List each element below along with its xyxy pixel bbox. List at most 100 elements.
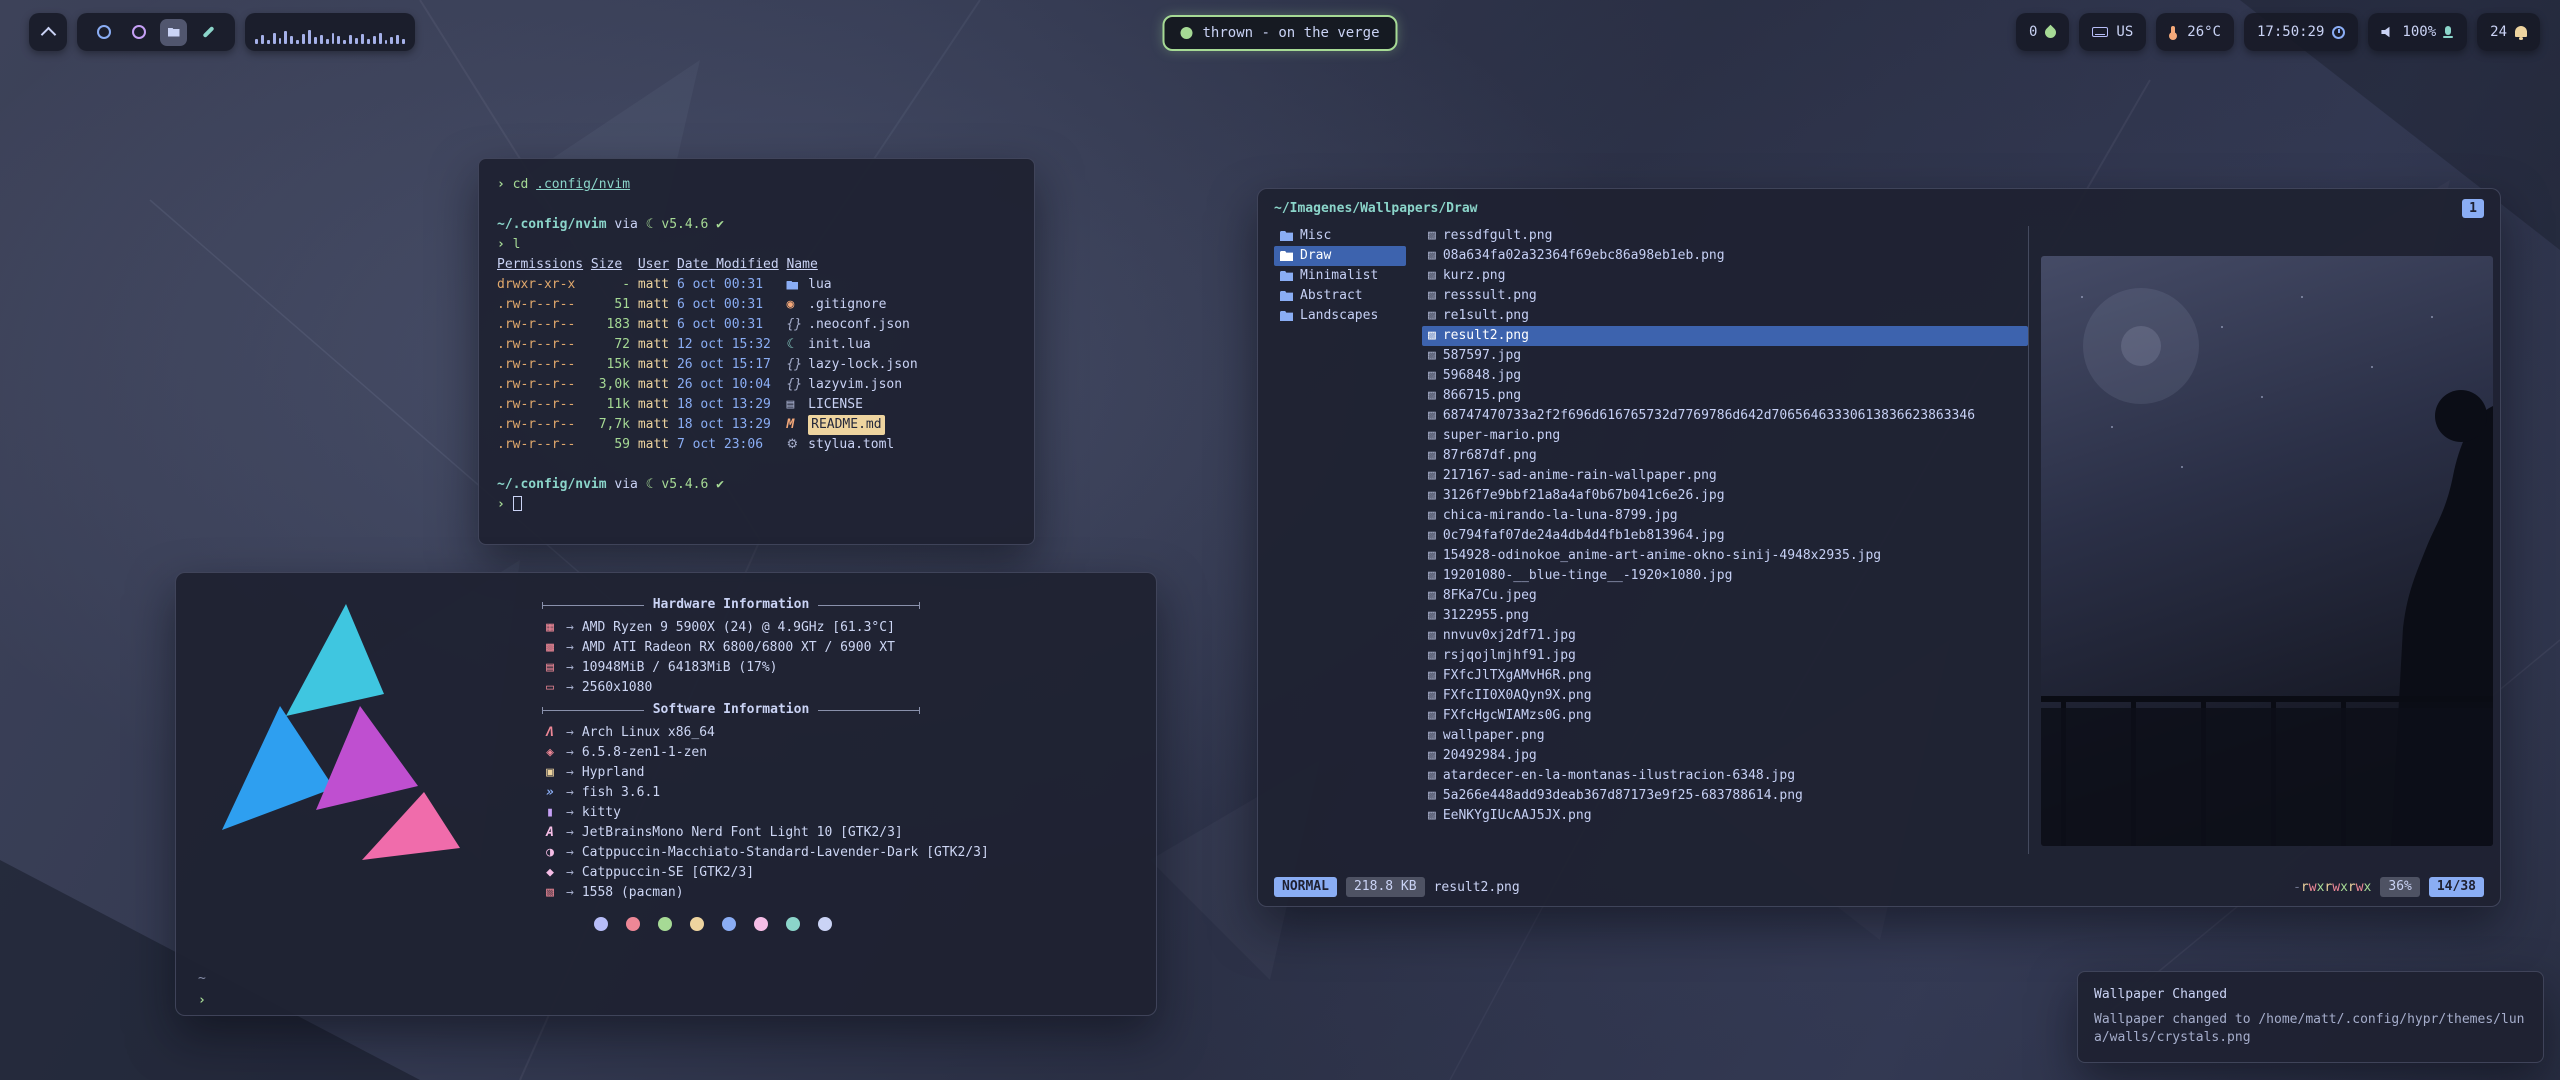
file-permissions: .rw-r--r-- <box>497 415 583 435</box>
file-list-item[interactable]: ▨ FXfcHgcWIAMzs0G.png <box>1422 706 2028 726</box>
file-list-item[interactable]: ▨ 587597.jpg <box>1422 346 2028 366</box>
file-list-item[interactable]: ▨ resssult.png <box>1422 286 2028 306</box>
file-name: 87r687df.png <box>1443 446 1537 466</box>
palette-dot <box>626 917 640 931</box>
image-file-icon: ▨ <box>1428 666 1436 686</box>
image-file-icon: ▨ <box>1428 366 1436 386</box>
arrow-icon: → <box>566 658 574 678</box>
leaf-icon <box>2043 24 2059 40</box>
file-name: EeNKYgIUcAAJ5JX.png <box>1443 806 1592 826</box>
file-list-item[interactable]: ▨ 08a634fa02a32364f69ebc86a98eb1eb.png <box>1422 246 2028 266</box>
workspace-button[interactable] <box>125 19 152 46</box>
file-list-item[interactable]: ▨ rsjqojlmjhf91.jpg <box>1422 646 2028 666</box>
workspace-button[interactable] <box>160 19 187 46</box>
file-list-item[interactable]: ▨ EeNKYgIUcAAJ5JX.png <box>1422 806 2028 826</box>
file-type-icon <box>786 435 802 455</box>
updates-module[interactable]: 0 <box>2016 13 2069 51</box>
file-list-item[interactable]: ▨ ressdfgult.png <box>1422 226 2028 246</box>
spec-icon <box>542 783 558 803</box>
file-list-item[interactable]: ▨ super-mario.png <box>1422 426 2028 446</box>
chevron-up-icon <box>40 26 56 42</box>
file-list-item[interactable]: ▨ nnvuv0xj2df71.jpg <box>1422 626 2028 646</box>
speaker-icon <box>2381 26 2394 38</box>
file-list-item[interactable]: ▨ atardecer-en-la-montanas-ilustracion-6… <box>1422 766 2028 786</box>
file-name: 3122955.png <box>1443 606 1529 626</box>
sidebar-folder-item[interactable]: Landscapes <box>1274 306 1406 326</box>
prompt-symbol[interactable]: › <box>198 991 206 1011</box>
file-list-item[interactable]: ▨ 68747470733a2f2f696d616765732d7769786d… <box>1422 406 2028 426</box>
file-list-item[interactable]: ▨ FXfcJlTXgAMvH6R.png <box>1422 666 2028 686</box>
position-badge: 14/38 <box>2429 877 2484 897</box>
file-list-item[interactable]: ▨ 217167-sad-anime-rain-wallpaper.png <box>1422 466 2028 486</box>
volume-module[interactable]: 100% <box>2368 13 2467 51</box>
file-manager-window[interactable]: ~/Imagenes/Wallpapers/Draw 1 Misc Draw <box>1257 188 2501 907</box>
keyboard-layout-label: US <box>2116 24 2133 40</box>
file-list-item[interactable]: ▨ 19201080-__blue-tinge__-1920×1080.jpg <box>1422 566 2028 586</box>
file-list-item[interactable]: ▨ wallpaper.png <box>1422 726 2028 746</box>
file-list-item[interactable]: ▨ 3122955.png <box>1422 606 2028 626</box>
file-name: 0c794faf07de24a4db4d4fb1eb813964.jpg <box>1443 526 1725 546</box>
file-list-item[interactable]: ▨ 5a266e448add93deab367d87173e9f25-68378… <box>1422 786 2028 806</box>
media-widget[interactable]: thrown - on the verge <box>1162 15 1397 51</box>
image-file-icon: ▨ <box>1428 226 1436 246</box>
launcher-button[interactable] <box>29 13 67 51</box>
file-list-item[interactable]: ▨ re1sult.png <box>1422 306 2028 326</box>
file-list-item[interactable]: ▨ FXfcII0X0AQyn9X.png <box>1422 686 2028 706</box>
ls-header: User <box>638 255 669 275</box>
file-name: re1sult.png <box>1443 306 1529 326</box>
audio-visualizer[interactable] <box>245 13 415 51</box>
file-name: .gitignore <box>808 295 886 315</box>
terminal-window[interactable]: › cd .config/nvim ~/.config/nvim via ☾ v… <box>478 158 1035 545</box>
file-list-item[interactable]: ▨ kurz.png <box>1422 266 2028 286</box>
fetch-row: → Hyprland <box>542 763 1134 783</box>
file-list-item[interactable]: ▨ 20492984.jpg <box>1422 746 2028 766</box>
file-size-badge: 218.8 KB <box>1346 877 1425 897</box>
folder-name: Draw <box>1300 246 1331 266</box>
file-list: ▨ ressdfgult.png ▨ 08a634fa02a32364f69eb… <box>1422 226 2028 854</box>
spec-value: fish 3.6.1 <box>582 783 660 803</box>
software-rows: → Arch Linux x86_64 → 6.5.8-zen1-1-zen → <box>542 723 1134 903</box>
workspace-button[interactable] <box>90 19 117 46</box>
fetch-row: → fish 3.6.1 <box>542 783 1134 803</box>
shell-path: ~ <box>198 969 206 989</box>
ls-header: Date Modified <box>677 255 779 275</box>
file-name-cell: README.md <box>786 415 1016 435</box>
status-modules: 0 US 26°C 17:50:29 100% 24 <box>2016 13 2540 51</box>
keyboard-layout-module[interactable]: US <box>2079 13 2146 51</box>
file-list-item[interactable]: ▨ 0c794faf07de24a4db4d4fb1eb813964.jpg <box>1422 526 2028 546</box>
workspace-button[interactable] <box>195 19 222 46</box>
sidebar-folder-item[interactable]: Abstract <box>1274 286 1406 306</box>
file-list-item[interactable]: ▨ 596848.jpg <box>1422 366 2028 386</box>
temperature-module[interactable]: 26°C <box>2156 13 2234 51</box>
folder-icon <box>1280 231 1293 241</box>
file-name: 217167-sad-anime-rain-wallpaper.png <box>1443 466 1717 486</box>
file-list-item[interactable]: ▨ 87r687df.png <box>1422 446 2028 466</box>
sidebar-folder-item[interactable]: Misc <box>1274 226 1406 246</box>
preview-image <box>2041 256 2493 846</box>
statusbar: NORMAL 218.8 KB result2.png -rwxrwxrwx 3… <box>1274 877 2484 897</box>
image-file-icon: ▨ <box>1428 246 1436 266</box>
file-permissions: .rw-r--r-- <box>497 435 583 455</box>
file-list-item[interactable]: ▨ 3126f7e9bbf21a8a4af0b67b041c6e26.jpg <box>1422 486 2028 506</box>
tab-badge[interactable]: 1 <box>2462 199 2484 218</box>
file-list-item[interactable]: ▨ 866715.png <box>1422 386 2028 406</box>
spec-icon <box>542 658 558 678</box>
terminal-color-palette <box>594 917 1134 931</box>
file-list-item[interactable]: ▨ chica-mirando-la-luna-8799.jpg <box>1422 506 2028 526</box>
file-owner: matt <box>638 335 669 355</box>
image-file-icon: ▨ <box>1428 806 1436 826</box>
file-permissions: .rw-r--r-- <box>497 295 583 315</box>
file-list-item[interactable]: ▨ 8FKa7Cu.jpeg <box>1422 586 2028 606</box>
file-list-item[interactable]: ▨ 154928-odinokoe_anime-art-anime-okno-s… <box>1422 546 2028 566</box>
terminal-input-line[interactable]: › <box>497 495 1016 515</box>
fastfetch-window[interactable]: Hardware Information → AMD Ryzen 9 5900X… <box>175 572 1157 1016</box>
notifications-module[interactable]: 24 <box>2477 13 2540 51</box>
notification-popup[interactable]: Wallpaper Changed Wallpaper changed to /… <box>2077 971 2544 1063</box>
sidebar-folder-item[interactable]: Draw <box>1274 246 1406 266</box>
file-list-item[interactable]: ▨ result2.png <box>1422 326 2028 346</box>
sidebar-folder-item[interactable]: Minimalist <box>1274 266 1406 286</box>
clock-module[interactable]: 17:50:29 <box>2244 13 2358 51</box>
fetch-row: → Arch Linux x86_64 <box>542 723 1134 743</box>
palette-dot <box>594 917 608 931</box>
notification-body: Wallpaper changed to /home/matt/.config/… <box>2094 1011 2527 1047</box>
